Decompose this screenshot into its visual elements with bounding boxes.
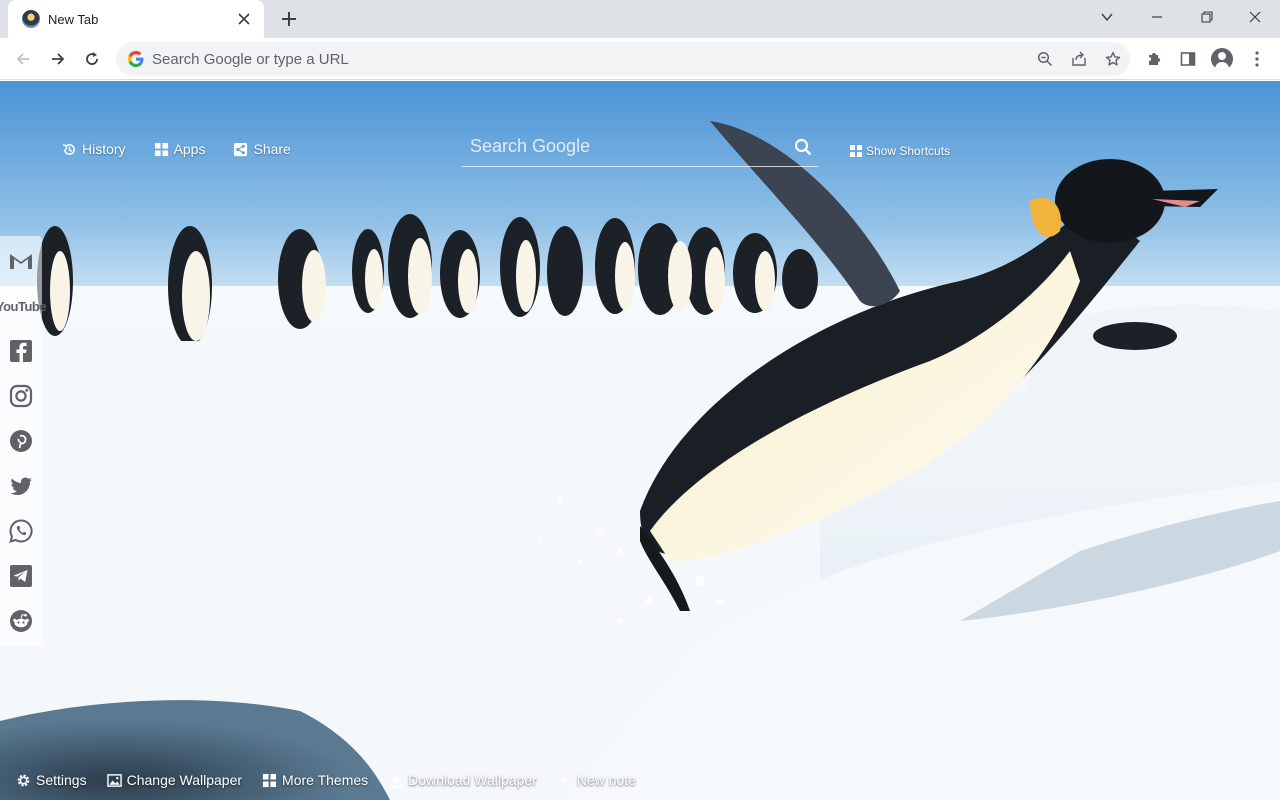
download-wallpaper-label: Download Wallpaper (408, 772, 537, 788)
search-bar (462, 127, 818, 167)
more-themes-link[interactable]: More Themes (262, 772, 368, 788)
profile-avatar[interactable] (1208, 45, 1236, 73)
history-link[interactable]: History (62, 141, 126, 157)
forward-button[interactable] (44, 45, 72, 73)
gear-icon (17, 774, 30, 786)
whatsapp-link[interactable] (6, 512, 36, 550)
search-input[interactable] (462, 136, 788, 157)
close-window-button[interactable] (1232, 0, 1278, 34)
youtube-link[interactable]: YouTube (0, 287, 47, 325)
tab-title: New Tab (48, 11, 99, 27)
gmail-link[interactable] (6, 242, 36, 280)
telegram-icon (10, 565, 32, 587)
instagram-link[interactable] (6, 377, 36, 415)
facebook-link[interactable] (6, 332, 36, 370)
omnibox[interactable]: Search Google or type a URL (116, 42, 1130, 76)
share-icon (234, 142, 248, 156)
new-tab-page: History Apps Share Show Shortcuts YouTub… (0, 81, 1280, 800)
browser-toolbar: Search Google or type a URL (0, 38, 1280, 80)
gmail-icon (10, 254, 32, 269)
more-themes-label: More Themes (282, 772, 369, 788)
twitter-icon (10, 477, 33, 495)
tab-new-tab[interactable]: New Tab (8, 0, 264, 38)
download-icon (388, 773, 403, 787)
share-link[interactable]: Share (233, 141, 291, 157)
grid-icon (262, 773, 277, 787)
youtube-icon: YouTube (0, 298, 47, 314)
share-label: Share (253, 141, 291, 157)
apps-grid-icon (154, 142, 168, 156)
close-icon[interactable] (234, 9, 254, 29)
download-wallpaper-link[interactable]: Download Wallpaper (388, 772, 537, 788)
penguin-wallpaper-image (0, 81, 1280, 800)
tab-strip: New Tab (0, 0, 1280, 38)
tab-search-button[interactable] (1084, 0, 1130, 34)
pinterest-icon (10, 430, 32, 452)
zoom-icon[interactable] (1028, 42, 1062, 76)
google-g-icon (128, 51, 144, 67)
avatar-icon (1211, 48, 1233, 70)
minimize-button[interactable] (1134, 0, 1180, 34)
settings-link[interactable]: Settings (16, 772, 87, 788)
facebook-icon (10, 340, 32, 362)
whatsapp-icon (9, 519, 33, 543)
apps-link[interactable]: Apps (154, 141, 206, 157)
image-icon (106, 773, 122, 787)
social-sidebar: YouTube (0, 236, 47, 646)
change-wallpaper-label: Change Wallpaper (126, 772, 243, 788)
menu-kebab-icon[interactable] (1243, 45, 1271, 73)
new-tab-button[interactable] (276, 6, 302, 32)
back-button[interactable] (9, 45, 37, 73)
twitter-link[interactable] (6, 467, 36, 505)
side-panel-icon[interactable] (1174, 45, 1202, 73)
apps-label: Apps (173, 141, 206, 157)
history-icon (62, 143, 75, 155)
reddit-icon (10, 610, 32, 632)
penguin-favicon-icon (22, 10, 40, 28)
restore-button[interactable] (1184, 0, 1230, 34)
share-page-icon[interactable] (1062, 42, 1096, 76)
instagram-icon (9, 384, 33, 408)
bottom-bar: Settings Change Wallpaper More Themes Do… (16, 772, 636, 788)
grid-icon (850, 145, 862, 157)
new-note-link[interactable]: New note (557, 772, 636, 788)
new-note-label: New note (576, 772, 636, 788)
reload-button[interactable] (78, 45, 106, 73)
reddit-link[interactable] (6, 602, 36, 640)
bookmark-star-icon[interactable] (1096, 42, 1130, 76)
telegram-link[interactable] (6, 557, 36, 595)
pinterest-link[interactable] (6, 422, 36, 460)
extensions-puzzle-icon[interactable] (1140, 45, 1168, 73)
show-shortcuts-button[interactable]: Show Shortcuts (850, 144, 950, 158)
show-shortcuts-label: Show Shortcuts (866, 144, 951, 158)
plus-icon (559, 775, 570, 785)
search-icon[interactable] (788, 132, 818, 162)
top-links: History Apps Share (62, 141, 291, 157)
change-wallpaper-link[interactable]: Change Wallpaper (106, 772, 243, 788)
omnibox-placeholder: Search Google or type a URL (152, 50, 349, 68)
history-label: History (82, 141, 126, 157)
settings-label: Settings (36, 772, 87, 788)
